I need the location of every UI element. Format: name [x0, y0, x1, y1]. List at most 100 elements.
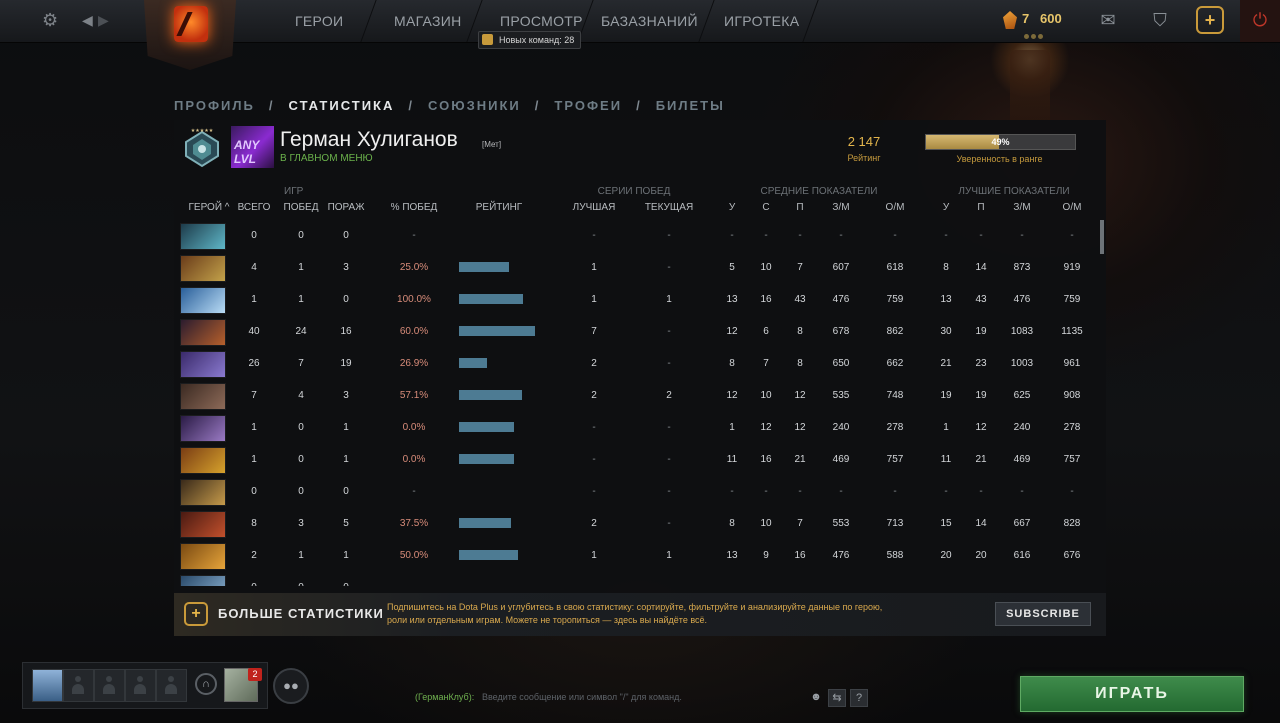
cell-avg-a: 12	[794, 390, 806, 401]
hero-row[interactable]: 1 0 1 0.0% - - 11 16 21 469 757 11 21 469 757	[174, 444, 1096, 476]
nav-store[interactable]: МАГАЗИН	[394, 0, 462, 42]
chat-wheel-icon[interactable]: ⇆	[828, 689, 846, 707]
col-avg-gpm[interactable]: З/М	[826, 202, 856, 213]
col-best-streak[interactable]: ЛУЧШАЯ	[564, 202, 624, 213]
tab-allies[interactable]: СОЮЗНИКИ	[428, 98, 521, 113]
hero-row[interactable]: 4 1 3 25.0% 1 - 5 10 7 607 618 8 14 873 919	[174, 252, 1096, 284]
party-slot-empty[interactable]	[63, 669, 94, 702]
col-total[interactable]: ВСЕГО	[234, 202, 274, 213]
hero-portrait[interactable]	[180, 511, 226, 538]
cell-best-k: -	[944, 486, 948, 497]
hero-portrait[interactable]	[180, 255, 226, 282]
hero-row[interactable]: 1 0 1 0.0% - - 1 12 12 240 278 1 12 240 278	[174, 412, 1096, 444]
tab-profile[interactable]: ПРОФИЛЬ	[174, 98, 255, 113]
emoji-icon[interactable]: ☻	[808, 689, 824, 705]
party-slot-empty[interactable]	[156, 669, 187, 702]
tab-separator: /	[408, 98, 415, 113]
chat-input[interactable]: Введите сообщение или символ "/" для ком…	[482, 692, 682, 702]
col-best-assists[interactable]: П	[971, 202, 991, 213]
nav-separator	[360, 0, 377, 42]
hero-portrait[interactable]	[180, 319, 226, 346]
tab-separator: /	[534, 98, 541, 113]
mail-icon[interactable]: ✉	[1092, 4, 1124, 36]
cell-avg-gpm: 650	[832, 358, 850, 369]
play-button[interactable]: ИГРАТЬ	[1020, 676, 1244, 712]
cell-avg-k: 13	[726, 550, 738, 561]
cell-cur-streak: 1	[666, 294, 672, 305]
party-slot-self[interactable]	[32, 669, 63, 702]
hero-row[interactable]: 2 1 1 50.0% 1 1 13 9 16 476 588 20 20 616 676	[174, 540, 1096, 572]
hero-row[interactable]: 000	[174, 572, 1096, 586]
col-cur-streak[interactable]: ТЕКУЩАЯ	[639, 202, 699, 213]
cell-avg-d: 16	[760, 294, 772, 305]
cell-best-k: -	[944, 230, 948, 241]
power-icon[interactable]: ⏻	[1240, 0, 1280, 42]
party-slot-empty[interactable]	[94, 669, 125, 702]
tab-trophies[interactable]: ТРОФЕИ	[554, 98, 622, 113]
cell-best-xpm: -	[1070, 486, 1074, 497]
cell-best-k: 8	[943, 262, 949, 273]
settings-gear-icon[interactable]: ⚙	[42, 10, 58, 30]
cell-avg-xpm: 278	[886, 422, 904, 433]
tab-tickets[interactable]: БИЛЕТЫ	[656, 98, 725, 113]
tab-stats[interactable]: СТАТИСТИКА	[289, 98, 395, 113]
col-best-kills[interactable]: У	[936, 202, 956, 213]
hero-portrait[interactable]	[180, 447, 226, 474]
cell-best-xpm: 757	[1063, 454, 1081, 465]
new-teams-badge[interactable]: Новых команд: 28	[478, 31, 582, 49]
hero-row[interactable]: 40 24 16 60.0% 7 - 12 6 8 678 862 30 19 1083 1135	[174, 316, 1096, 348]
help-icon[interactable]: ?	[850, 689, 868, 707]
nav-learn[interactable]: БАЗАЗНАНИЙ	[601, 0, 698, 42]
player-avatar[interactable]: ANY LVL	[231, 126, 274, 168]
col-hero[interactable]: ГЕРОЙ ^	[184, 202, 234, 213]
hero-row[interactable]: 0 0 0 - - - - - - - - - - - -	[174, 220, 1096, 252]
subscribe-button[interactable]: SUBSCRIBE	[995, 602, 1091, 626]
hero-portrait[interactable]	[180, 287, 226, 314]
back-arrow-icon[interactable]: ◀	[82, 10, 93, 30]
col-best-xpm[interactable]: О/М	[1057, 202, 1087, 213]
col-avg-xpm[interactable]: О/М	[880, 202, 910, 213]
hero-portrait[interactable]	[180, 543, 226, 570]
chat-channel[interactable]: (ГерманКлуб):	[415, 692, 474, 702]
hero-portrait[interactable]	[180, 479, 226, 506]
hero-portrait[interactable]	[180, 383, 226, 410]
party-slot-empty[interactable]	[125, 669, 156, 702]
headset-icon[interactable]: ∩	[195, 673, 217, 695]
col-losses[interactable]: ПОРАЖ	[324, 202, 368, 213]
col-avg-kills[interactable]: У	[722, 202, 742, 213]
cell-winrate: 25.0%	[399, 262, 429, 273]
group-avg: СРЕДНИЕ ПОКАЗАТЕЛИ	[760, 186, 878, 197]
table-scrollbar[interactable]	[1100, 220, 1104, 254]
col-rating[interactable]: РЕЙТИНГ	[469, 202, 529, 213]
cell-losses: 1	[343, 550, 349, 561]
hero-portrait[interactable]	[180, 351, 226, 378]
col-avg-assists[interactable]: П	[790, 202, 810, 213]
hero-row[interactable]: 8 3 5 37.5% 2 - 8 10 7 553 713 15 14 667 828	[174, 508, 1096, 540]
hero-portrait[interactable]	[180, 575, 226, 586]
cell-avg-xpm: 862	[886, 326, 904, 337]
hero-row[interactable]: 7 4 3 57.1% 2 2 12 10 12 535 748 19 19 625 908	[174, 380, 1096, 412]
hero-portrait[interactable]	[180, 223, 226, 250]
hero-portrait[interactable]	[180, 415, 226, 442]
col-best-gpm[interactable]: З/М	[1007, 202, 1037, 213]
hero-row[interactable]: 1 1 0 100.0% 1 1 13 16 43 476 759 13 43 476 759	[174, 284, 1096, 316]
hero-row[interactable]: 26 7 19 26.9% 2 - 8 7 8 650 662 21 23 1003 961	[174, 348, 1096, 380]
group-chat-icon[interactable]: ●●	[273, 668, 309, 704]
hero-row[interactable]: 0 0 0 - - - - - - - - - - - -	[174, 476, 1096, 508]
cell-avg-gpm: 607	[832, 262, 850, 273]
col-wins[interactable]: ПОБЕД	[279, 202, 323, 213]
armory-icon[interactable]: ⛉	[1144, 4, 1176, 36]
nav-arcade[interactable]: ИГРОТЕКА	[724, 0, 799, 42]
col-avg-deaths[interactable]: С	[756, 202, 776, 213]
cell-avg-k: 8	[729, 358, 735, 369]
cell-best-gpm: 1083	[1010, 326, 1034, 337]
cell-best-a: 43	[975, 294, 987, 305]
col-winrate[interactable]: % ПОБЕД	[384, 202, 444, 213]
nav-heroes[interactable]: ГЕРОИ	[295, 0, 343, 42]
cell-winrate: 37.5%	[399, 518, 429, 529]
forward-arrow-icon[interactable]: ▶	[98, 10, 109, 30]
rank-medal-icon: ★★★★★	[185, 128, 219, 168]
dota-plus-icon[interactable]: +	[1196, 6, 1224, 34]
rating-bar	[459, 550, 518, 560]
cell-best-streak: 7	[591, 326, 597, 337]
